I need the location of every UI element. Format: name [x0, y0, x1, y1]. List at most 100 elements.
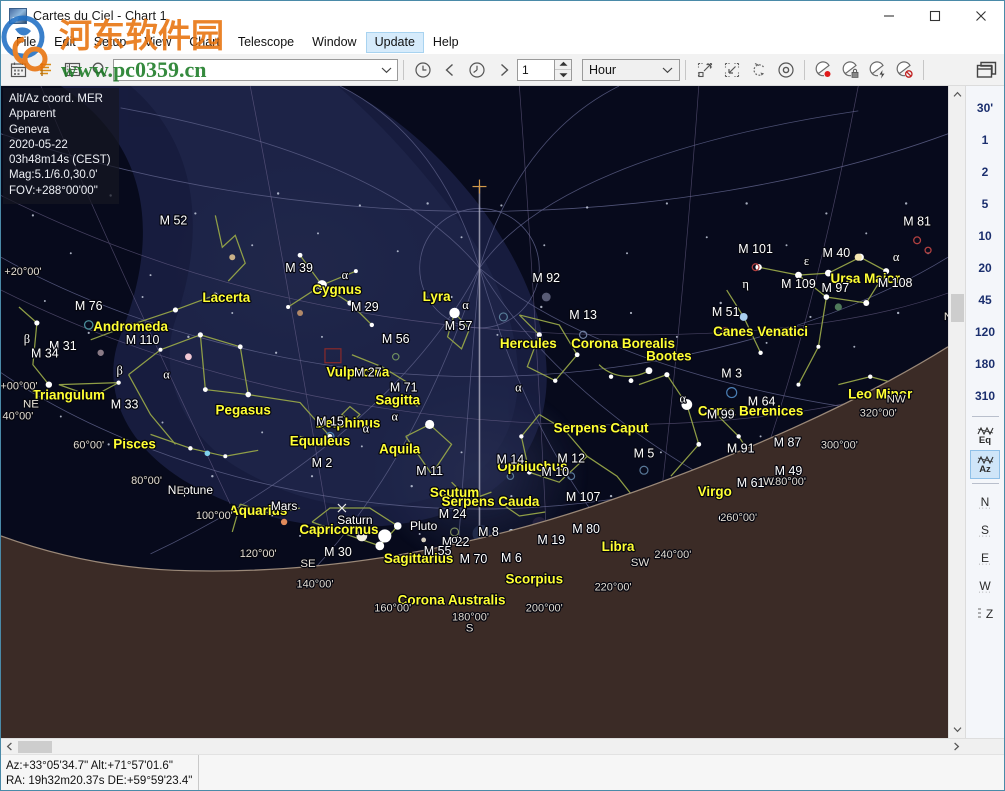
- zoom-sidebar: 30' 1 2 5 10 20 45 120 180 310 Eq: [965, 86, 1004, 738]
- scroll-up-icon[interactable]: [949, 86, 966, 103]
- time-unit-select[interactable]: Hour: [582, 59, 680, 81]
- info-line-5: 03h48m14s (CEST): [9, 153, 111, 168]
- direction-south[interactable]: S ····: [970, 516, 1000, 544]
- telescope-slew-icon[interactable]: [864, 57, 891, 83]
- minimize-button[interactable]: [866, 1, 912, 30]
- menu-view[interactable]: View: [135, 32, 180, 53]
- zoom-level-20[interactable]: 20: [967, 252, 1004, 284]
- zoom-level-2[interactable]: 2: [967, 156, 1004, 188]
- zoom-out-icon[interactable]: [691, 57, 718, 83]
- zoom-level-310[interactable]: 310: [967, 380, 1004, 412]
- menu-help[interactable]: Help: [424, 32, 468, 53]
- star-designation-label: α: [163, 368, 170, 382]
- grid-coordinate-label: 100°00': [196, 510, 233, 522]
- scroll-left-icon[interactable]: [1, 739, 17, 755]
- status-radec: RA: 19h32m20.37s DE:+59°59'23.4": [6, 774, 192, 789]
- projection-equatorial[interactable]: Eq: [970, 421, 1000, 450]
- zoom-level-30arcmin[interactable]: 30': [967, 92, 1004, 124]
- direction-zenith[interactable]: Z: [970, 600, 1000, 628]
- menu-setup[interactable]: Setup: [85, 32, 136, 53]
- clock-now-icon[interactable]: [409, 57, 436, 83]
- projection-azimuthal[interactable]: Az: [970, 450, 1000, 479]
- constellation-label: Triangulum: [33, 388, 106, 403]
- calendar-icon[interactable]: [5, 57, 32, 83]
- menu-update[interactable]: Update: [366, 32, 424, 53]
- menu-edit[interactable]: Edit: [45, 32, 85, 53]
- step-forward-icon[interactable]: [490, 57, 517, 83]
- grid-coordinate-label: 120°00': [240, 548, 277, 560]
- time-step-input[interactable]: 1: [517, 59, 555, 81]
- menu-chart[interactable]: Chart: [180, 32, 229, 53]
- maximize-button[interactable]: [912, 1, 958, 30]
- scroll-right-icon[interactable]: [948, 739, 964, 755]
- constellation-label: Pegasus: [216, 402, 271, 417]
- sky-chart-canvas[interactable]: LacertaCygnusLyraAndromedaTriangulumPega…: [1, 86, 948, 738]
- step-backward-icon[interactable]: [436, 57, 463, 83]
- grid-coordinate-label: +00°00': [1, 381, 38, 393]
- zoom-level-180[interactable]: 180: [967, 348, 1004, 380]
- grid-coordinate-label: 40°00': [3, 410, 34, 422]
- zoom-in-icon[interactable]: [718, 57, 745, 83]
- deepsky-object-label: M 5: [634, 446, 655, 460]
- menu-window[interactable]: Window: [303, 32, 365, 53]
- deepsky-object-label: M 52: [160, 213, 188, 227]
- chevron-down-icon[interactable]: [381, 63, 392, 77]
- title-bar: Cartes du Ciel - Chart 1: [1, 1, 1004, 30]
- zoom-level-1[interactable]: 1: [967, 124, 1004, 156]
- vertical-scroll-track[interactable]: [949, 103, 966, 721]
- detail-table-icon[interactable]: [59, 57, 86, 83]
- cardinal-direction-label: W: [763, 476, 774, 488]
- direction-north[interactable]: N ····: [970, 488, 1000, 516]
- telescope-abort-icon[interactable]: [891, 57, 918, 83]
- time-step-spinner[interactable]: [555, 59, 572, 81]
- chart-vertical-scrollbar[interactable]: [948, 86, 965, 738]
- grid-coordinate-label: 320°00': [860, 407, 897, 419]
- chart-horizontal-scrollbar[interactable]: [1, 738, 1004, 754]
- zoom-level-120[interactable]: 120: [967, 316, 1004, 348]
- star-designation-label: α: [391, 409, 398, 423]
- spinner-down-icon[interactable]: [555, 70, 571, 80]
- cardinal-direction-label: SW: [631, 557, 650, 569]
- target-circle-icon[interactable]: [772, 57, 799, 83]
- zoom-level-5[interactable]: 5: [967, 188, 1004, 220]
- deepsky-object-label: M 91: [727, 441, 755, 455]
- search-icon[interactable]: [86, 57, 113, 83]
- deepsky-object-label: M 19: [537, 533, 565, 547]
- menu-telescope[interactable]: Telescope: [229, 32, 303, 53]
- zoom-level-10[interactable]: 10: [967, 220, 1004, 252]
- zoom-level-45[interactable]: 45: [967, 284, 1004, 316]
- grid-coordinate-label: 60°00': [73, 439, 104, 451]
- status-bar: Az:+33°05'34.7" Alt:+71°57'01.6" RA: 19h…: [1, 754, 1004, 790]
- star-designation-label: σ: [451, 532, 458, 546]
- deepsky-object-label: M 92: [532, 271, 560, 285]
- object-list-icon[interactable]: [32, 57, 59, 83]
- telescope-lock-icon[interactable]: [837, 57, 864, 83]
- deepsky-object-label: M 2: [312, 456, 333, 470]
- direction-east[interactable]: E ····: [970, 544, 1000, 572]
- menu-file[interactable]: File: [7, 32, 45, 53]
- clock-set-icon[interactable]: [463, 57, 490, 83]
- grid-coordinate-label: 220°00': [595, 582, 632, 594]
- deepsky-object-label: M 3: [721, 367, 742, 381]
- deepsky-object-label: M 76: [75, 299, 103, 313]
- close-button[interactable]: [958, 1, 1004, 30]
- info-line-2: Apparent: [9, 107, 111, 122]
- constellation-label: Hercules: [500, 336, 557, 351]
- direction-west[interactable]: W ····: [970, 572, 1000, 600]
- menu-bar: File Edit Setup View Chart Telescope Win…: [1, 30, 1004, 54]
- deepsky-object-label: M 12: [557, 451, 585, 465]
- refresh-icon[interactable]: [745, 57, 772, 83]
- telescope-connect-icon[interactable]: [810, 57, 837, 83]
- constellation-label: Canes Venatici: [713, 324, 808, 339]
- chevron-down-icon[interactable]: [662, 63, 673, 77]
- star-designation-label: ε: [804, 254, 809, 268]
- spinner-up-icon[interactable]: [555, 60, 571, 71]
- info-line-4: 2020-05-22: [9, 138, 111, 153]
- window-tile-icon[interactable]: [973, 57, 1000, 83]
- direction-zenith-label: Z: [986, 607, 993, 621]
- horizontal-scroll-thumb[interactable]: [18, 741, 52, 753]
- scroll-down-icon[interactable]: [949, 721, 966, 738]
- vertical-scroll-thumb[interactable]: [951, 294, 964, 322]
- toolbar-right-group: [973, 57, 1000, 83]
- search-input[interactable]: [113, 59, 398, 81]
